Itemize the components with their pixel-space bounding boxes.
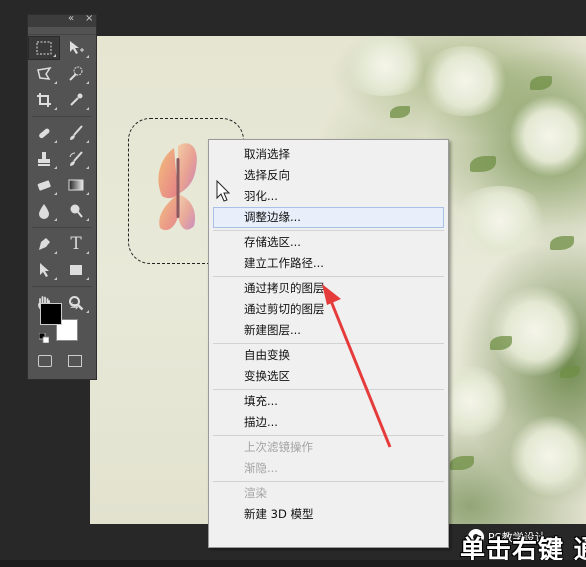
- brush-icon: [70, 125, 83, 140]
- mouse-pointer-icon: [216, 180, 231, 202]
- brush-tool[interactable]: [60, 121, 92, 145]
- eyedropper-icon: [70, 93, 83, 106]
- blossom-cluster: [450, 186, 550, 256]
- menu-group: 自由变换 变换选区: [213, 344, 444, 390]
- default-colors-icon[interactable]: [39, 333, 49, 343]
- type-tool[interactable]: T: [60, 232, 92, 256]
- close-panel-icon[interactable]: ×: [85, 13, 93, 24]
- menu-item: 渐隐...: [244, 461, 278, 475]
- tools-panel: « × T ⇆: [27, 13, 97, 380]
- context-menu: 取消选择 选择反向 羽化... 调整边缘... 存储选区... 建立工作路径... 通过拷贝…: [208, 139, 449, 548]
- menu-group: 取消选择 选择反向 羽化... 调整边缘...: [213, 143, 444, 231]
- history-brush-icon: [69, 151, 83, 166]
- gradient-icon: [68, 179, 84, 191]
- healing-brush-tool[interactable]: [28, 121, 60, 145]
- workspace: « × T ⇆ 取消选择 选择反向 羽化... 调整边缘... 存储选区... …: [0, 0, 586, 567]
- menu-item[interactable]: 建立工作路径...: [213, 253, 444, 274]
- lasso-tool[interactable]: [28, 62, 60, 86]
- move-icon: [70, 41, 84, 54]
- quick-mask-icon[interactable]: [38, 355, 52, 367]
- quick-select-icon: [69, 66, 83, 81]
- eyedropper-tool[interactable]: [60, 88, 92, 112]
- leaf: [390, 106, 410, 118]
- quick-select-tool[interactable]: [60, 62, 92, 86]
- blossom-cluster: [490, 286, 580, 376]
- leaf: [450, 456, 474, 470]
- menu-item: 上次滤镜操作: [244, 440, 313, 454]
- type-icon: T: [70, 234, 82, 254]
- menu-group: 填充... 描边...: [213, 390, 444, 436]
- eraser-tool[interactable]: [28, 173, 60, 197]
- menu-item[interactable]: 存储选区...: [213, 232, 444, 253]
- butterfly-image: [158, 143, 197, 231]
- bottom-strip: [0, 560, 586, 567]
- crop-icon: [37, 93, 51, 107]
- dodge-icon: [70, 204, 83, 218]
- menu-group: 存储选区... 建立工作路径...: [213, 231, 444, 277]
- gradient-tool[interactable]: [60, 173, 92, 197]
- menu-item[interactable]: 填充...: [213, 391, 444, 412]
- menu-item[interactable]: 描边...: [213, 412, 444, 433]
- menu-item[interactable]: 通过剪切的图层: [213, 299, 444, 320]
- leaf: [550, 236, 574, 250]
- menu-item[interactable]: 通过拷贝的图层: [213, 278, 444, 299]
- menu-group: 渲染新建 3D 模型: [213, 482, 444, 527]
- menu-item[interactable]: 取消选择: [213, 144, 444, 165]
- tools-panel-header[interactable]: « ×: [28, 13, 96, 27]
- path-select-tool[interactable]: [28, 258, 60, 282]
- menu-item: 渲染: [244, 486, 267, 500]
- lasso-icon: [37, 66, 52, 80]
- menu-item[interactable]: 自由变换: [213, 345, 444, 366]
- blossom-cluster: [340, 36, 430, 96]
- blur-icon: [39, 204, 49, 219]
- menu-item[interactable]: 新建图层...: [213, 320, 444, 341]
- rectangle-shape-tool[interactable]: [60, 258, 92, 282]
- menu-item[interactable]: 选择反向: [213, 165, 444, 186]
- path-select-icon: [40, 263, 49, 277]
- pen-icon: [39, 238, 50, 250]
- menu-group: 通过拷贝的图层 通过剪切的图层 新建图层...: [213, 277, 444, 344]
- clone-stamp-tool[interactable]: [28, 147, 60, 171]
- clone-stamp-icon: [38, 152, 50, 166]
- leaf: [530, 76, 552, 90]
- collapse-panel-icon[interactable]: «: [68, 13, 74, 24]
- swap-colors-icon[interactable]: ⇆: [70, 301, 78, 312]
- pen-tool[interactable]: [28, 232, 60, 256]
- menu-item[interactable]: 新建 3D 模型: [213, 504, 444, 525]
- rectangle-shape-icon: [70, 265, 82, 275]
- screen-mode-icon[interactable]: [68, 355, 82, 367]
- healing-brush-icon: [39, 128, 50, 139]
- blossom-cluster: [510, 96, 586, 176]
- marquee-tool[interactable]: [28, 36, 60, 60]
- crop-tool[interactable]: [28, 88, 60, 112]
- menu-group: 上次滤镜操作 渐隐...: [213, 436, 444, 482]
- menu-item[interactable]: 调整边缘...: [213, 207, 444, 228]
- menu-item[interactable]: 变换选区: [213, 366, 444, 387]
- leaf: [560, 366, 580, 378]
- marquee-icon: [36, 41, 52, 55]
- eraser-icon: [37, 180, 51, 191]
- menu-item[interactable]: 羽化...: [213, 186, 444, 207]
- dodge-tool[interactable]: [60, 199, 92, 223]
- blur-tool[interactable]: [28, 199, 60, 223]
- move-tool[interactable]: [60, 36, 92, 60]
- history-brush-tool[interactable]: [60, 147, 92, 171]
- foreground-color-swatch[interactable]: [40, 303, 62, 325]
- tools-panel-grip[interactable]: [28, 27, 96, 35]
- leaf: [470, 156, 496, 172]
- blossom-cluster: [510, 416, 586, 496]
- blossom-cluster: [420, 46, 510, 116]
